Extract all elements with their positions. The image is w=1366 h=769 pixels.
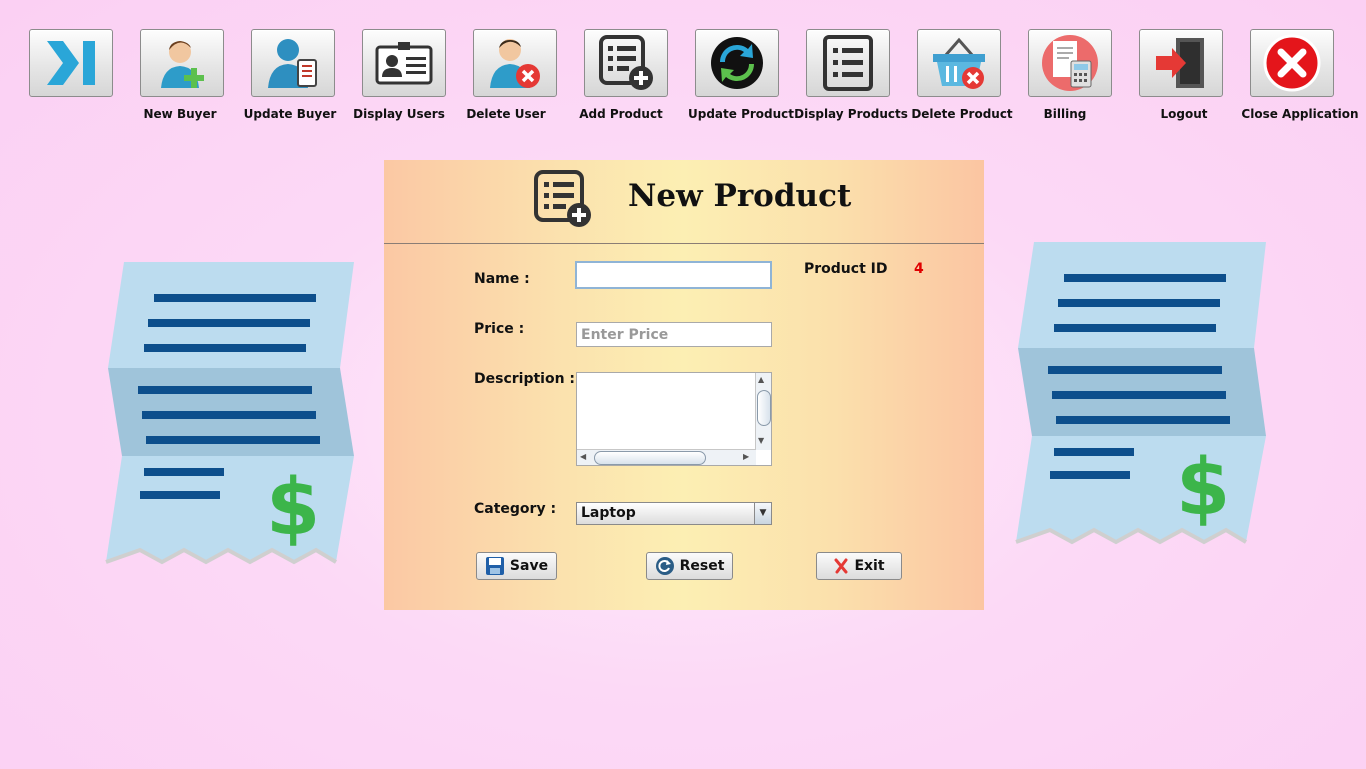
toolbar-label-display-products: Display Products (794, 107, 908, 121)
add-list-icon (534, 170, 591, 227)
logout-button[interactable] (1139, 29, 1223, 97)
refresh-icon (711, 37, 763, 89)
delete-user-icon (490, 39, 540, 88)
receipt-illustration-right: $ (1015, 242, 1266, 545)
product-id-label: Product ID (804, 261, 888, 277)
page-title: New Product (628, 178, 852, 214)
scrollbar-thumb[interactable] (757, 390, 771, 426)
scrollbar-thumb[interactable] (594, 451, 706, 465)
name-input[interactable] (575, 261, 772, 289)
panel-header: New Product (384, 160, 984, 244)
close-application-button[interactable] (1250, 29, 1334, 97)
new-buyer-button[interactable] (140, 29, 224, 97)
update-buyer-button[interactable] (251, 29, 335, 97)
logout-icon (1156, 38, 1204, 88)
toolbar-collapse-button[interactable] (29, 29, 113, 97)
toolbar-label-add-product: Add Product (579, 107, 663, 121)
billing-button[interactable] (1028, 29, 1112, 97)
delete-product-button[interactable] (917, 29, 1001, 97)
save-label: Save (509, 558, 549, 574)
price-input[interactable] (576, 322, 772, 347)
add-product-button[interactable] (584, 29, 668, 97)
new-product-panel: New Product Name : Product ID 4 Price : … (384, 160, 984, 610)
update-buyer-icon (268, 39, 317, 88)
name-label: Name : (474, 271, 530, 287)
toolbar-label-billing: Billing (1043, 107, 1087, 121)
description-label: Description : (474, 371, 576, 387)
category-selected-value: Laptop (581, 505, 636, 521)
basket-delete-icon (933, 37, 985, 89)
toolbar-label-close-application: Close Application (1241, 107, 1359, 121)
exit-button[interactable]: Exit (816, 552, 902, 580)
add-list-icon (599, 35, 653, 90)
chevron-down-icon[interactable]: ▼ (754, 503, 771, 524)
category-select[interactable]: Laptop ▼ (576, 502, 772, 525)
toolbar-label-update-product: Update Product (687, 107, 795, 121)
reset-button[interactable]: Reset (646, 552, 733, 580)
dollar-icon: $ (266, 463, 320, 553)
list-icon (823, 35, 873, 91)
collapse-icon (47, 41, 95, 85)
toolbar-label-delete-product: Delete Product (911, 107, 1013, 121)
receipt-illustration-left: $ (105, 262, 354, 565)
scroll-right-icon[interactable]: ▶ (743, 452, 749, 461)
update-product-button[interactable] (695, 29, 779, 97)
description-horizontal-scrollbar[interactable]: ◀ ▶ (577, 449, 756, 465)
billing-icon (1042, 35, 1098, 91)
exit-label: Exit (854, 558, 885, 574)
scroll-down-icon[interactable]: ▼ (758, 436, 764, 445)
save-icon (485, 557, 504, 575)
reset-icon (655, 557, 674, 575)
category-label: Category : (474, 501, 557, 517)
toolbar-label-update-buyer: Update Buyer (243, 107, 337, 121)
description-vertical-scrollbar[interactable]: ▲ ▼ (755, 373, 771, 450)
delete-user-button[interactable] (473, 29, 557, 97)
price-label: Price : (474, 321, 525, 337)
save-button[interactable]: Save (476, 552, 557, 580)
toolbar-label-display-users: Display Users (353, 107, 445, 121)
reset-label: Reset (679, 558, 725, 574)
display-products-button[interactable] (806, 29, 890, 97)
description-textarea[interactable]: ▲ ▼ ◀ ▶ (576, 372, 772, 466)
toolbar-label-delete-user: Delete User (466, 107, 546, 121)
toolbar-label-logout: Logout (1160, 107, 1208, 121)
display-users-button[interactable] (362, 29, 446, 97)
scroll-left-icon[interactable]: ◀ (580, 452, 586, 461)
product-id-value: 4 (914, 261, 924, 277)
id-card-icon (375, 42, 433, 85)
close-x-icon (834, 558, 848, 574)
scroll-up-icon[interactable]: ▲ (758, 375, 764, 384)
close-icon (1263, 34, 1321, 92)
toolbar-label-new-buyer: New Buyer (143, 107, 217, 121)
new-buyer-icon (161, 41, 204, 88)
dollar-icon: $ (1176, 443, 1230, 533)
